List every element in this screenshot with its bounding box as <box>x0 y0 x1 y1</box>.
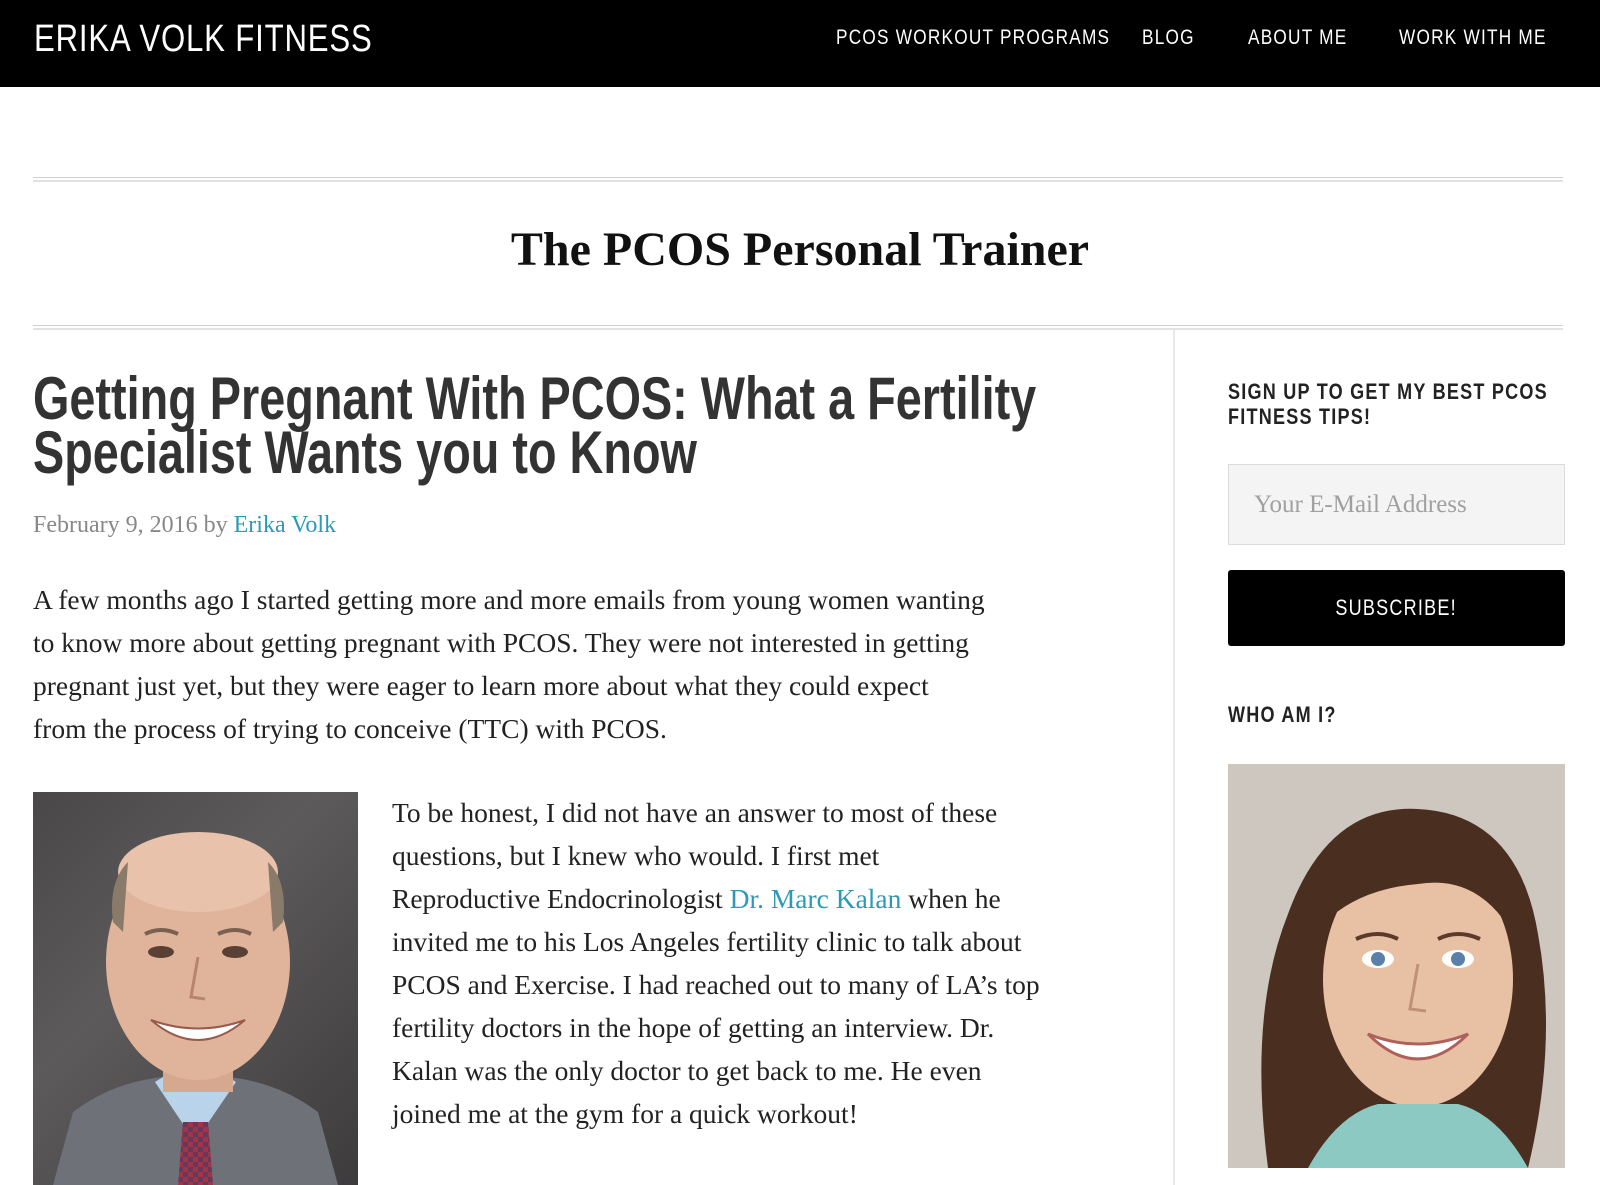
subscribe-button[interactable]: SUBSCRIBE! <box>1228 570 1565 646</box>
signup-widget-title: SIGN UP TO GET MY BEST PCOS FITNESS TIPS… <box>1228 379 1548 429</box>
nav-item-about-me[interactable]: ABOUT ME <box>1248 26 1347 50</box>
post-meta-by: by <box>197 512 234 538</box>
paragraph-line: A few months ago I started getting more … <box>33 584 985 615</box>
who-am-i-title: WHO AM I? <box>1228 702 1337 727</box>
archive-bottom-divider <box>33 325 1563 330</box>
archive-top-divider <box>33 177 1563 182</box>
post-second-paragraph: To be honest, I did not have an answer t… <box>392 791 1040 1135</box>
line-text: Reproductive Endocrinologist <box>392 883 730 914</box>
line-text: when he <box>901 883 1001 914</box>
paragraph-line: To be honest, I did not have an answer t… <box>392 797 998 828</box>
paragraph-line: to know more about getting pregnant with… <box>33 627 969 658</box>
post-intro-paragraph: A few months ago I started getting more … <box>33 578 985 750</box>
post-title-line-1: Getting Pregnant With PCOS: What a Ferti… <box>33 365 1037 432</box>
doctor-portrait-photo <box>33 792 358 1185</box>
nav-item-blog[interactable]: BLOG <box>1142 26 1195 50</box>
nav-item-pcos-workout-programs[interactable]: PCOS WORKOUT PROGRAMS <box>836 26 1110 50</box>
paragraph-line: invited me to his Los Angeles fertility … <box>392 926 1022 957</box>
post-author-link[interactable]: Erika Volk <box>234 512 336 538</box>
paragraph-line: joined me at the gym for a quick workout… <box>392 1098 858 1129</box>
paragraph-line: Reproductive Endocrinologist Dr. Marc Ka… <box>392 877 1040 920</box>
paragraph-line: from the process of trying to conceive (… <box>33 713 667 744</box>
post-title-line-2: Specialist Wants you to Know <box>33 419 697 486</box>
dr-marc-kalan-link[interactable]: Dr. Marc Kalan <box>730 883 902 914</box>
subscribe-button-label: SUBSCRIBE! <box>1335 595 1458 620</box>
site-header: ERIKA VOLK FITNESS PCOS WORKOUT PROGRAMS… <box>0 0 1600 87</box>
author-portrait-illustration <box>1228 764 1565 1168</box>
content-fade <box>392 1168 1112 1185</box>
doctor-portrait-illustration <box>53 832 338 1185</box>
content-sidebar-divider <box>1173 330 1175 1185</box>
paragraph-line: fertility doctors in the hope of getting… <box>392 1012 995 1043</box>
paragraph-line: questions, but I knew who would. I first… <box>392 840 880 871</box>
signup-title-line-1: SIGN UP TO GET MY BEST PCOS <box>1228 379 1548 404</box>
author-portrait-photo <box>1228 764 1565 1168</box>
signup-title-line-2: FITNESS TIPS! <box>1228 404 1372 429</box>
archive-title: The PCOS Personal Trainer <box>510 223 1090 276</box>
nav-item-work-with-me[interactable]: WORK WITH ME <box>1399 26 1547 50</box>
post-date: February 9, 2016 <box>33 512 198 538</box>
paragraph-line: pregnant just yet, but they were eager t… <box>33 670 929 701</box>
post-meta: February 9, 2016 by Erika Volk <box>33 512 336 539</box>
post-title-link[interactable]: Getting Pregnant With PCOS: What a Ferti… <box>33 365 1037 486</box>
paragraph-line: Kalan was the only doctor to get back to… <box>392 1055 982 1086</box>
paragraph-line: PCOS and Exercise. I had reached out to … <box>392 969 1040 1000</box>
email-field[interactable] <box>1228 464 1565 545</box>
primary-nav: PCOS WORKOUT PROGRAMS BLOG ABOUT ME WORK… <box>0 26 1600 56</box>
